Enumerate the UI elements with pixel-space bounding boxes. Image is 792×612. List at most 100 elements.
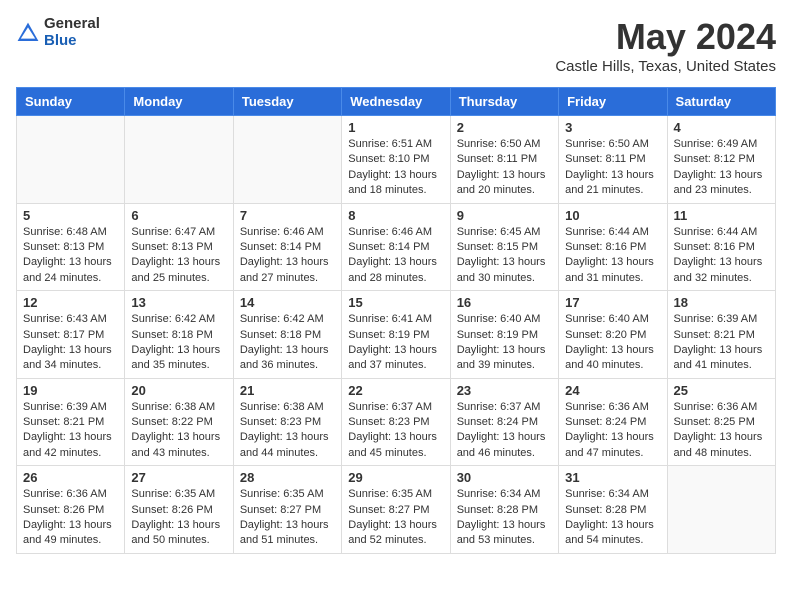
calendar-table: SundayMondayTuesdayWednesdayThursdayFrid…	[16, 87, 776, 554]
logo: General Blue	[16, 16, 100, 49]
day-info: Sunrise: 6:44 AMSunset: 8:16 PMDaylight:…	[674, 225, 769, 287]
calendar-week-row: 1Sunrise: 6:51 AMSunset: 8:10 PMDaylight…	[17, 116, 776, 204]
page-header: General Blue May 2024 Castle Hills, Texa…	[16, 16, 776, 75]
calendar-week-row: 5 Sunrise: 6:48 AMSunset: 8:13 PMDaylight…	[17, 203, 776, 291]
calendar-cell: 28 Sunrise: 6:35 AMSunset: 8:27 PMDayligh…	[233, 466, 341, 554]
day-number: 12	[23, 295, 118, 310]
day-info: Sunrise: 6:43 AMSunset: 8:17 PMDaylight:…	[23, 312, 118, 374]
day-info: Sunrise: 6:50 AMSunset: 8:11 PMDaylight:…	[565, 137, 660, 199]
calendar-day-header: Saturday	[667, 88, 775, 116]
day-number: 3	[565, 120, 660, 135]
main-title: May 2024	[555, 16, 776, 58]
day-number: 2	[457, 120, 552, 135]
day-info: Sunrise: 6:50 AMSunset: 8:11 PMDaylight:…	[457, 137, 552, 199]
calendar-day-header: Monday	[125, 88, 233, 116]
day-info: Sunrise: 6:38 AMSunset: 8:22 PMDaylight:…	[131, 400, 226, 462]
calendar-cell: 6Sunrise: 6:47 AMSunset: 8:13 PMDaylight…	[125, 203, 233, 291]
day-number: 6	[131, 208, 226, 223]
day-number: 19	[23, 383, 118, 398]
day-info: Sunrise: 6:35 AMSunset: 8:27 PMDaylight:…	[348, 487, 443, 549]
day-number: 22	[348, 383, 443, 398]
logo-icon	[16, 21, 40, 45]
day-number: 21	[240, 383, 335, 398]
day-info: Sunrise: 6:38 AMSunset: 8:23 PMDaylight:…	[240, 400, 335, 462]
logo-blue: Blue	[44, 33, 100, 50]
day-info: Sunrise: 6:35 AMSunset: 8:27 PMDaylight:…	[240, 487, 335, 549]
calendar-day-header: Tuesday	[233, 88, 341, 116]
calendar-day-header: Friday	[559, 88, 667, 116]
day-number: 24	[565, 383, 660, 398]
logo-text: General Blue	[44, 16, 100, 49]
calendar-cell: 13Sunrise: 6:42 AMSunset: 8:18 PMDayligh…	[125, 291, 233, 379]
day-number: 27	[131, 470, 226, 485]
calendar-cell	[233, 116, 341, 204]
calendar-cell: 9 Sunrise: 6:45 AMSunset: 8:15 PMDaylight…	[450, 203, 558, 291]
calendar-cell: 26Sunrise: 6:36 AMSunset: 8:26 PMDayligh…	[17, 466, 125, 554]
day-info: Sunrise: 6:36 AMSunset: 8:25 PMDaylight:…	[674, 400, 769, 462]
day-info: Sunrise: 6:51 AMSunset: 8:10 PMDaylight:…	[348, 137, 443, 199]
day-info: Sunrise: 6:44 AMSunset: 8:16 PMDaylight:…	[565, 225, 660, 287]
day-number: 29	[348, 470, 443, 485]
day-number: 7	[240, 208, 335, 223]
calendar-cell: 8Sunrise: 6:46 AMSunset: 8:14 PMDaylight…	[342, 203, 450, 291]
calendar-cell: 2 Sunrise: 6:50 AMSunset: 8:11 PMDaylight…	[450, 116, 558, 204]
day-info: Sunrise: 6:40 AMSunset: 8:19 PMDaylight:…	[457, 312, 552, 374]
day-number: 9	[457, 208, 552, 223]
day-info: Sunrise: 6:36 AMSunset: 8:26 PMDaylight:…	[23, 487, 118, 549]
calendar-cell	[125, 116, 233, 204]
calendar-cell: 20 Sunrise: 6:38 AMSunset: 8:22 PMDayligh…	[125, 378, 233, 466]
calendar-cell: 25Sunrise: 6:36 AMSunset: 8:25 PMDayligh…	[667, 378, 775, 466]
calendar-week-row: 19 Sunrise: 6:39 AMSunset: 8:21 PMDayligh…	[17, 378, 776, 466]
calendar-cell	[667, 466, 775, 554]
calendar-header-row: SundayMondayTuesdayWednesdayThursdayFrid…	[17, 88, 776, 116]
day-number: 14	[240, 295, 335, 310]
day-info: Sunrise: 6:37 AMSunset: 8:23 PMDaylight:…	[348, 400, 443, 462]
calendar-cell: 23 Sunrise: 6:37 AMSunset: 8:24 PMDayligh…	[450, 378, 558, 466]
day-number: 10	[565, 208, 660, 223]
day-number: 18	[674, 295, 769, 310]
day-info: Sunrise: 6:36 AMSunset: 8:24 PMDaylight:…	[565, 400, 660, 462]
day-number: 23	[457, 383, 552, 398]
calendar-day-header: Wednesday	[342, 88, 450, 116]
day-info: Sunrise: 6:35 AMSunset: 8:26 PMDaylight:…	[131, 487, 226, 549]
day-info: Sunrise: 6:49 AMSunset: 8:12 PMDaylight:…	[674, 137, 769, 199]
day-info: Sunrise: 6:39 AMSunset: 8:21 PMDaylight:…	[23, 400, 118, 462]
day-info: Sunrise: 6:34 AMSunset: 8:28 PMDaylight:…	[457, 487, 552, 549]
day-number: 20	[131, 383, 226, 398]
calendar-cell: 22 Sunrise: 6:37 AMSunset: 8:23 PMDayligh…	[342, 378, 450, 466]
subtitle: Castle Hills, Texas, United States	[555, 58, 776, 75]
day-number: 15	[348, 295, 443, 310]
day-info: Sunrise: 6:42 AMSunset: 8:18 PMDaylight:…	[240, 312, 335, 374]
day-info: Sunrise: 6:45 AMSunset: 8:15 PMDaylight:…	[457, 225, 552, 287]
calendar-cell: 19 Sunrise: 6:39 AMSunset: 8:21 PMDayligh…	[17, 378, 125, 466]
day-number: 5	[23, 208, 118, 223]
calendar-cell: 14 Sunrise: 6:42 AMSunset: 8:18 PMDayligh…	[233, 291, 341, 379]
calendar-cell: 1Sunrise: 6:51 AMSunset: 8:10 PMDaylight…	[342, 116, 450, 204]
calendar-cell: 16Sunrise: 6:40 AMSunset: 8:19 PMDayligh…	[450, 291, 558, 379]
calendar-header: SundayMondayTuesdayWednesdayThursdayFrid…	[17, 88, 776, 116]
calendar-cell: 7 Sunrise: 6:46 AMSunset: 8:14 PMDaylight…	[233, 203, 341, 291]
calendar-cell: 24 Sunrise: 6:36 AMSunset: 8:24 PMDayligh…	[559, 378, 667, 466]
day-info: Sunrise: 6:46 AMSunset: 8:14 PMDaylight:…	[240, 225, 335, 287]
day-info: Sunrise: 6:46 AMSunset: 8:14 PMDaylight:…	[348, 225, 443, 287]
day-info: Sunrise: 6:41 AMSunset: 8:19 PMDaylight:…	[348, 312, 443, 374]
calendar-cell: 4 Sunrise: 6:49 AMSunset: 8:12 PMDaylight…	[667, 116, 775, 204]
day-info: Sunrise: 6:37 AMSunset: 8:24 PMDaylight:…	[457, 400, 552, 462]
calendar-cell: 15 Sunrise: 6:41 AMSunset: 8:19 PMDayligh…	[342, 291, 450, 379]
calendar-week-row: 12 Sunrise: 6:43 AMSunset: 8:17 PMDayligh…	[17, 291, 776, 379]
day-number: 30	[457, 470, 552, 485]
title-area: May 2024 Castle Hills, Texas, United Sta…	[555, 16, 776, 75]
calendar-cell: 18Sunrise: 6:39 AMSunset: 8:21 PMDayligh…	[667, 291, 775, 379]
day-number: 11	[674, 208, 769, 223]
calendar-day-header: Thursday	[450, 88, 558, 116]
calendar-cell: 10 Sunrise: 6:44 AMSunset: 8:16 PMDayligh…	[559, 203, 667, 291]
calendar-cell: 27 Sunrise: 6:35 AMSunset: 8:26 PMDayligh…	[125, 466, 233, 554]
calendar-cell: 29 Sunrise: 6:35 AMSunset: 8:27 PMDayligh…	[342, 466, 450, 554]
day-number: 4	[674, 120, 769, 135]
calendar-week-row: 26Sunrise: 6:36 AMSunset: 8:26 PMDayligh…	[17, 466, 776, 554]
day-info: Sunrise: 6:48 AMSunset: 8:13 PMDaylight:…	[23, 225, 118, 287]
calendar-cell: 21 Sunrise: 6:38 AMSunset: 8:23 PMDayligh…	[233, 378, 341, 466]
day-number: 31	[565, 470, 660, 485]
day-number: 28	[240, 470, 335, 485]
calendar-body: 1Sunrise: 6:51 AMSunset: 8:10 PMDaylight…	[17, 116, 776, 554]
